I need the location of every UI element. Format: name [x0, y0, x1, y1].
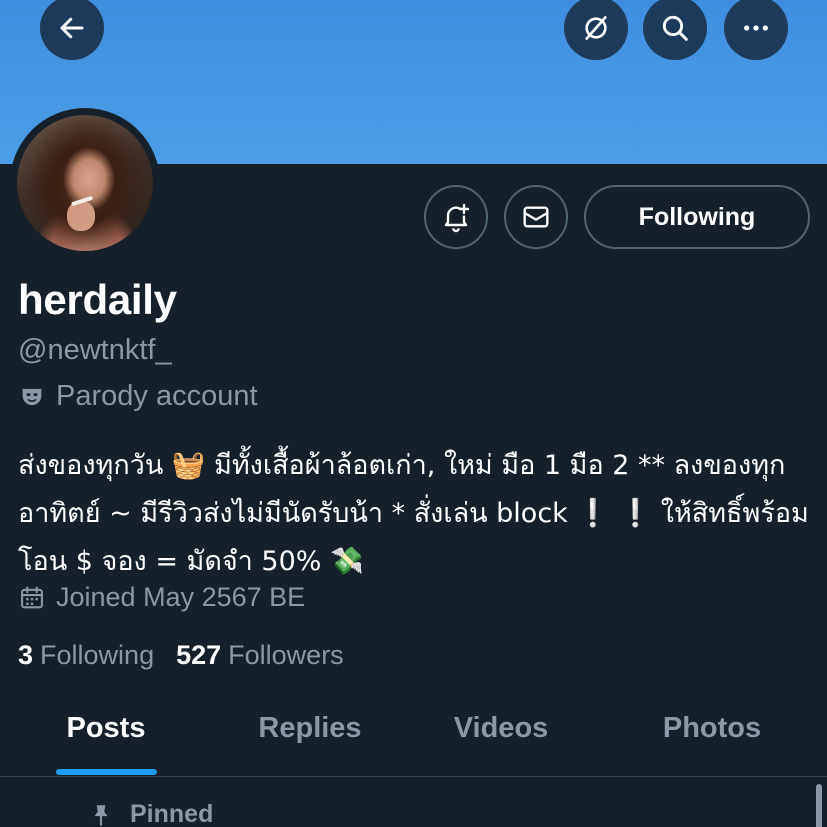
- pinned-label-row: Pinned: [88, 800, 213, 827]
- calendar-icon: [21, 585, 43, 608]
- envelope-icon: [523, 206, 549, 228]
- arrow-left-icon: [60, 17, 84, 39]
- tab-videos[interactable]: Videos: [445, 712, 557, 772]
- tab-posts[interactable]: Posts: [56, 712, 156, 772]
- follow-stats: 3 Following 527 Followers: [18, 640, 344, 671]
- pinned-label: Pinned: [130, 800, 214, 827]
- bell-plus-icon: [444, 203, 470, 233]
- bio: ส่งของทุกวัน 🧺 มีทั้งเสื้อผ้าล้อตเก่า, ใ…: [18, 450, 809, 577]
- notify-button[interactable]: [424, 185, 488, 249]
- theater-mask-icon: [22, 388, 42, 405]
- following-count: 3: [18, 640, 34, 670]
- translate-off-icon: [585, 15, 607, 40]
- active-tab-indicator: [56, 769, 157, 775]
- profile-tabs: Posts Replies Videos Photos: [0, 700, 827, 777]
- search-icon: [662, 15, 688, 41]
- tab-photos[interactable]: Photos: [654, 712, 770, 772]
- following-count-link[interactable]: 3 Following: [18, 640, 154, 671]
- more-horizontal-icon: [744, 25, 768, 31]
- joined-date: Joined May 2567 BE: [56, 582, 306, 612]
- followers-count-link[interactable]: 527 Followers: [176, 640, 344, 671]
- tab-replies[interactable]: Replies: [250, 712, 370, 772]
- display-name: herdaily: [18, 276, 177, 323]
- profile-screen: Following herdaily @newtnktf_ Parody acc…: [0, 0, 827, 827]
- joined-row: Joined May 2567 BE: [18, 582, 305, 613]
- parody-label: Parody account: [56, 380, 258, 412]
- scrollbar[interactable]: [816, 784, 822, 827]
- pin-icon: [94, 804, 108, 826]
- avatar-frame[interactable]: [10, 108, 160, 258]
- followers-label: Followers: [228, 640, 344, 670]
- following-label: Following: [40, 640, 155, 670]
- message-button[interactable]: [504, 185, 568, 249]
- parody-label-row: Parody account: [18, 380, 258, 413]
- avatar[interactable]: [17, 115, 153, 251]
- handle: @newtnktf_: [18, 334, 172, 366]
- following-button[interactable]: Following: [584, 185, 810, 249]
- followers-count: 527: [176, 640, 222, 670]
